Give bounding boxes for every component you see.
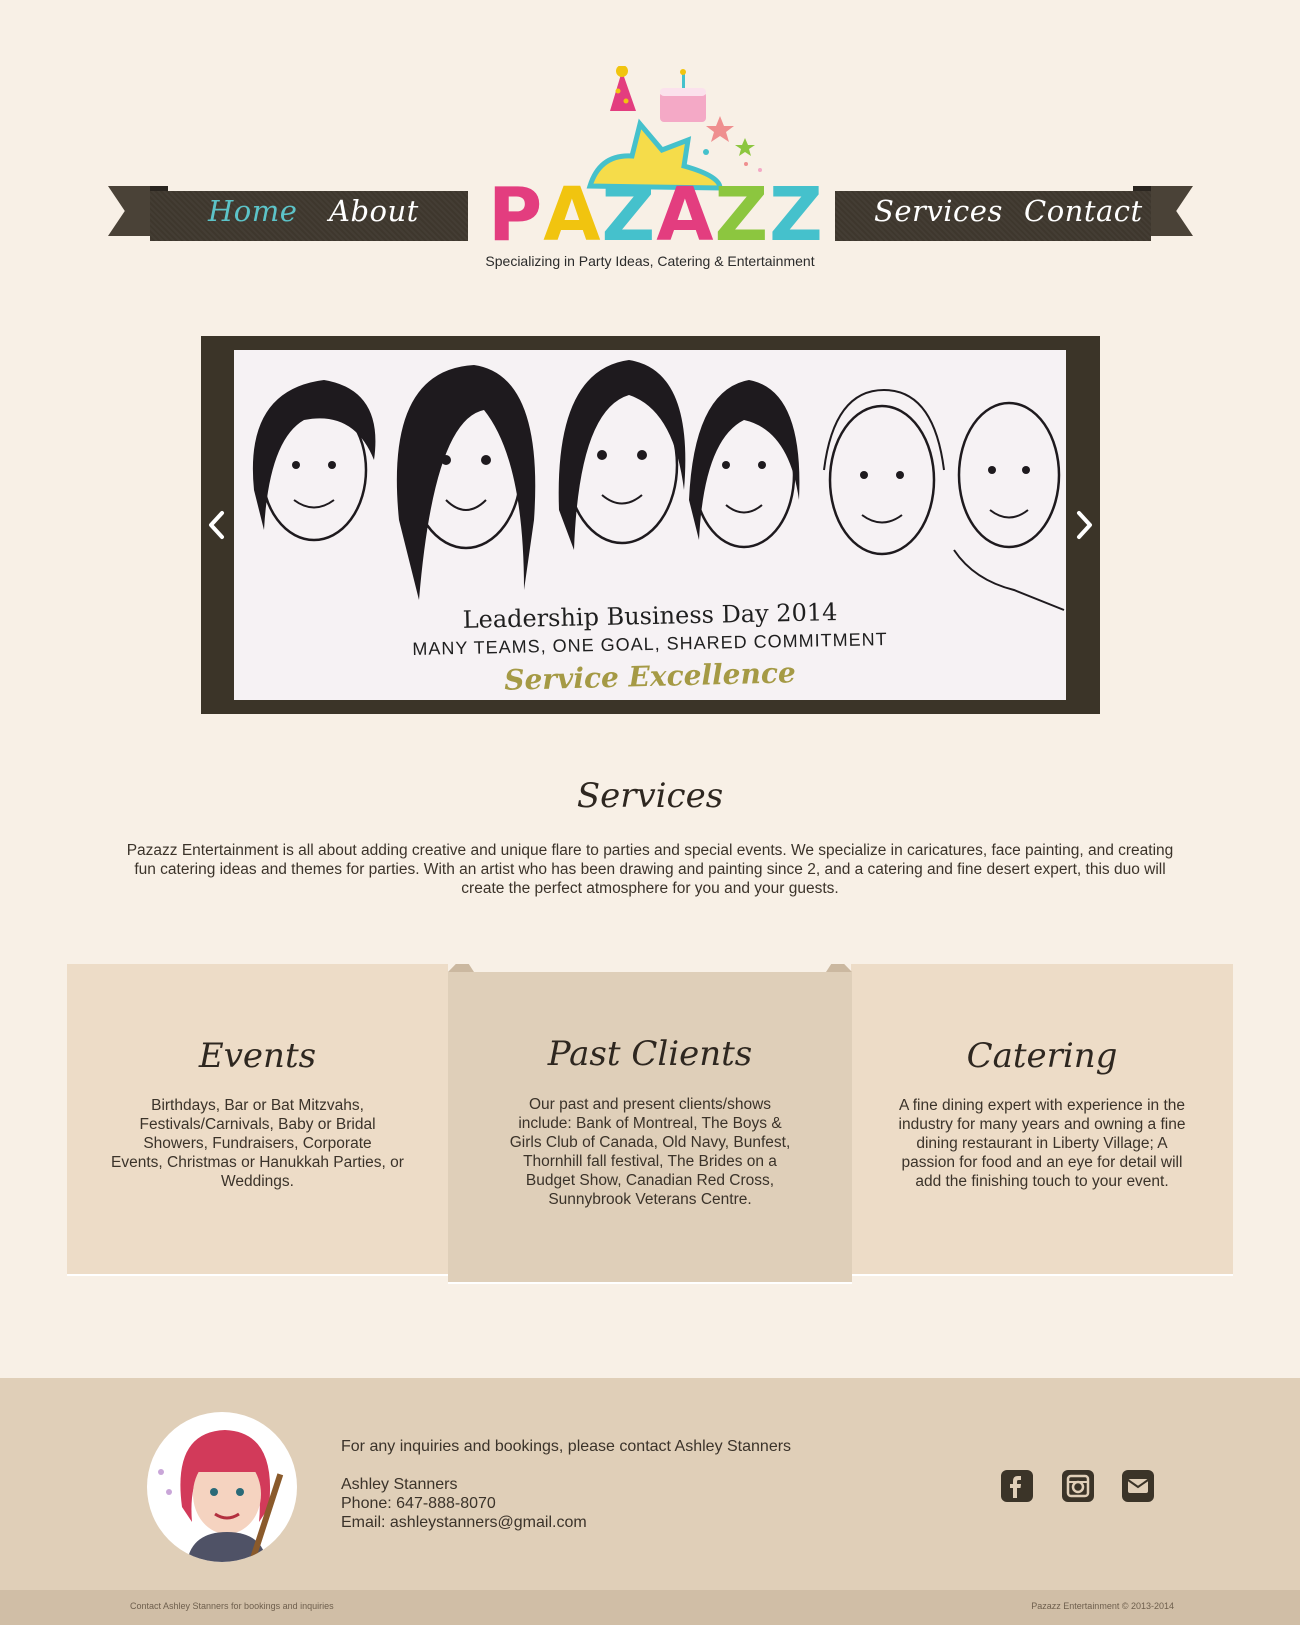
card-text-line: Birthdays, Bar or Bat Mitzvahs, [151, 1097, 364, 1114]
logo-letter: Z [601, 172, 657, 258]
logo-letter: P [488, 172, 544, 258]
slider-next-arrow-icon[interactable] [1072, 505, 1096, 545]
nav-services[interactable]: Services [874, 194, 1003, 228]
email-icon[interactable] [1122, 1470, 1154, 1502]
card-text-line: Girls Club of Canada, Old Navy, Bunfest, [509, 1134, 791, 1151]
card-text-line: Budget Show, Canadian Red Cross, [525, 1172, 775, 1189]
card-text-line: Weddings. [221, 1173, 294, 1190]
nav-ribbon-left [150, 191, 468, 241]
slider-prev-arrow-icon[interactable] [205, 505, 229, 545]
nav-about[interactable]: About [329, 194, 419, 228]
card-text-line: Events, Christmas or Hanukkah Parties, o… [111, 1154, 404, 1171]
footer-contact-name: Ashley Stanners [341, 1476, 458, 1493]
logo-letter: Z [769, 172, 824, 258]
card-text-line: Showers, Fundraisers, Corporate [143, 1135, 372, 1152]
services-description: Pazazz Entertainment is all about adding… [126, 842, 1174, 897]
card-text: Our past and present clients/shows inclu… [495, 1095, 805, 1209]
nav-contact[interactable]: Contact [1024, 194, 1143, 228]
card-fold-left [448, 964, 474, 972]
facebook-icon[interactable] [1001, 1470, 1033, 1502]
card-text-line: include: Bank of Montreal, The Boys & [518, 1115, 782, 1132]
footer-intro: For any inquiries and bookings, please c… [341, 1438, 792, 1455]
card-fold-right [826, 964, 852, 972]
card-title: Past Clients [547, 1034, 753, 1074]
bottom-left-text: Contact Ashley Stanners for bookings and… [130, 1601, 334, 1611]
card-title: Events [198, 1036, 317, 1076]
logo-wordmark[interactable]: PAZAZZ [488, 178, 824, 252]
card-text-line: industry for many years and owning a fin… [898, 1116, 1186, 1133]
services-heading: Services [576, 776, 724, 816]
card-text: Birthdays, Bar or Bat Mitzvahs, Festival… [108, 1096, 408, 1191]
card-text-line: A fine dining expert with experience in … [898, 1097, 1186, 1114]
logo-tagline: Specializing in Party Ideas, Catering & … [485, 253, 815, 269]
card-text-line: dining restaurant in Liberty Village; A [916, 1135, 1168, 1152]
logo-letter: A [656, 172, 715, 258]
footer-email[interactable]: Email: ashleystanners@gmail.com [341, 1514, 587, 1532]
instagram-icon[interactable] [1062, 1470, 1094, 1502]
slide-image: Leadership Business Day 2014 MANY TEAMS,… [234, 350, 1066, 700]
card-text-line: Thornhill fall festival, The Brides on a [523, 1153, 777, 1170]
card-text-line: add the finishing touch to your event. [915, 1173, 1169, 1190]
card-text-line: Festivals/Carnivals, Baby or Bridal [139, 1116, 376, 1133]
card-past-clients: Past Clients Our past and present client… [448, 972, 852, 1284]
avatar [147, 1412, 297, 1562]
card-text: A fine dining expert with experience in … [887, 1096, 1197, 1191]
card-text-line: Our past and present clients/shows [528, 1096, 772, 1113]
card-events: Events Birthdays, Bar or Bat Mitzvahs, F… [67, 964, 448, 1276]
logo-letter: A [543, 172, 602, 258]
copyright-text: Pazazz Entertainment © 2013-2014 [1031, 1601, 1174, 1611]
logo-letter: Z [714, 172, 770, 258]
card-text-line: passion for food and an eye for detail w… [901, 1154, 1183, 1171]
avatar-caricature [158, 1430, 284, 1562]
card-title: Catering [966, 1036, 1118, 1076]
footer-phone: Phone: 647-888-8070 [341, 1495, 496, 1512]
card-text-line: Sunnybrook Veterans Centre. [548, 1191, 752, 1208]
nav-home[interactable]: Home [208, 194, 297, 228]
card-catering: Catering A fine dining expert with exper… [851, 964, 1233, 1276]
